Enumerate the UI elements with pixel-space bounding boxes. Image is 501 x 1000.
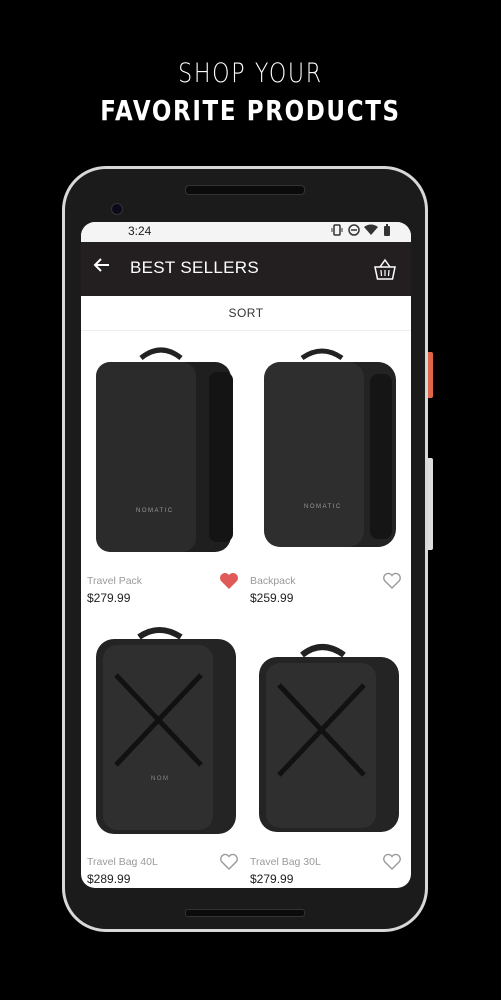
product-price: $259.99 bbox=[250, 591, 294, 605]
product-price: $279.99 bbox=[250, 872, 294, 886]
svg-text:NOM: NOM bbox=[151, 776, 170, 782]
dnd-icon bbox=[348, 224, 360, 236]
heart-outline-icon[interactable] bbox=[219, 853, 239, 871]
earpiece-speaker bbox=[185, 185, 305, 195]
bottom-speaker bbox=[185, 909, 305, 917]
product-image[interactable] bbox=[244, 615, 404, 845]
status-icons bbox=[331, 224, 393, 239]
heart-outline-icon[interactable] bbox=[382, 853, 402, 871]
page-title: BEST SELLERS bbox=[130, 258, 259, 277]
app-bar: BEST SELLERS bbox=[81, 242, 411, 296]
product-name: Travel Bag 40L bbox=[87, 856, 158, 868]
product-image[interactable]: NOMATIC bbox=[81, 332, 241, 562]
heart-outline-icon[interactable] bbox=[382, 572, 402, 590]
svg-text:NOMATIC: NOMATIC bbox=[304, 504, 342, 510]
sort-button[interactable]: SORT bbox=[81, 296, 411, 331]
product-image[interactable]: NOM bbox=[81, 615, 241, 845]
power-button bbox=[428, 352, 433, 398]
product-price: $279.99 bbox=[87, 591, 131, 605]
app-screen: 3:24 BEST SELLERS SORT NOMATIC Travel Pa… bbox=[81, 222, 411, 888]
product-name: Travel Bag 30L bbox=[250, 856, 321, 868]
vibrate-icon bbox=[331, 224, 343, 236]
svg-text:NOMATIC: NOMATIC bbox=[136, 508, 174, 514]
product-card[interactable]: Travel Bag 30L $279.99 bbox=[244, 615, 404, 888]
status-time: 3:24 bbox=[128, 224, 152, 238]
product-card[interactable]: NOM Travel Bag 40L $289.99 bbox=[81, 615, 241, 888]
wifi-icon bbox=[364, 224, 378, 235]
battery-icon bbox=[384, 224, 390, 236]
volume-button bbox=[428, 458, 433, 550]
front-camera bbox=[111, 203, 123, 215]
product-name: Backpack bbox=[250, 575, 296, 587]
product-image[interactable]: NOMATIC bbox=[244, 332, 404, 562]
arrow-left-icon[interactable] bbox=[93, 256, 111, 280]
product-name: Travel Pack bbox=[87, 575, 143, 587]
heart-filled-icon[interactable] bbox=[219, 572, 239, 590]
product-card[interactable]: NOMATIC Backpack $259.99 bbox=[244, 332, 404, 612]
promo-headline-line2: FAVORITE PRODUCTS bbox=[100, 94, 401, 127]
promo-headline-line1: SHOP YOUR bbox=[178, 58, 323, 89]
product-card[interactable]: NOMATIC Travel Pack $279.99 bbox=[81, 332, 241, 612]
product-price: $289.99 bbox=[87, 872, 131, 886]
basket-icon[interactable] bbox=[373, 258, 397, 282]
status-bar: 3:24 bbox=[81, 222, 411, 242]
